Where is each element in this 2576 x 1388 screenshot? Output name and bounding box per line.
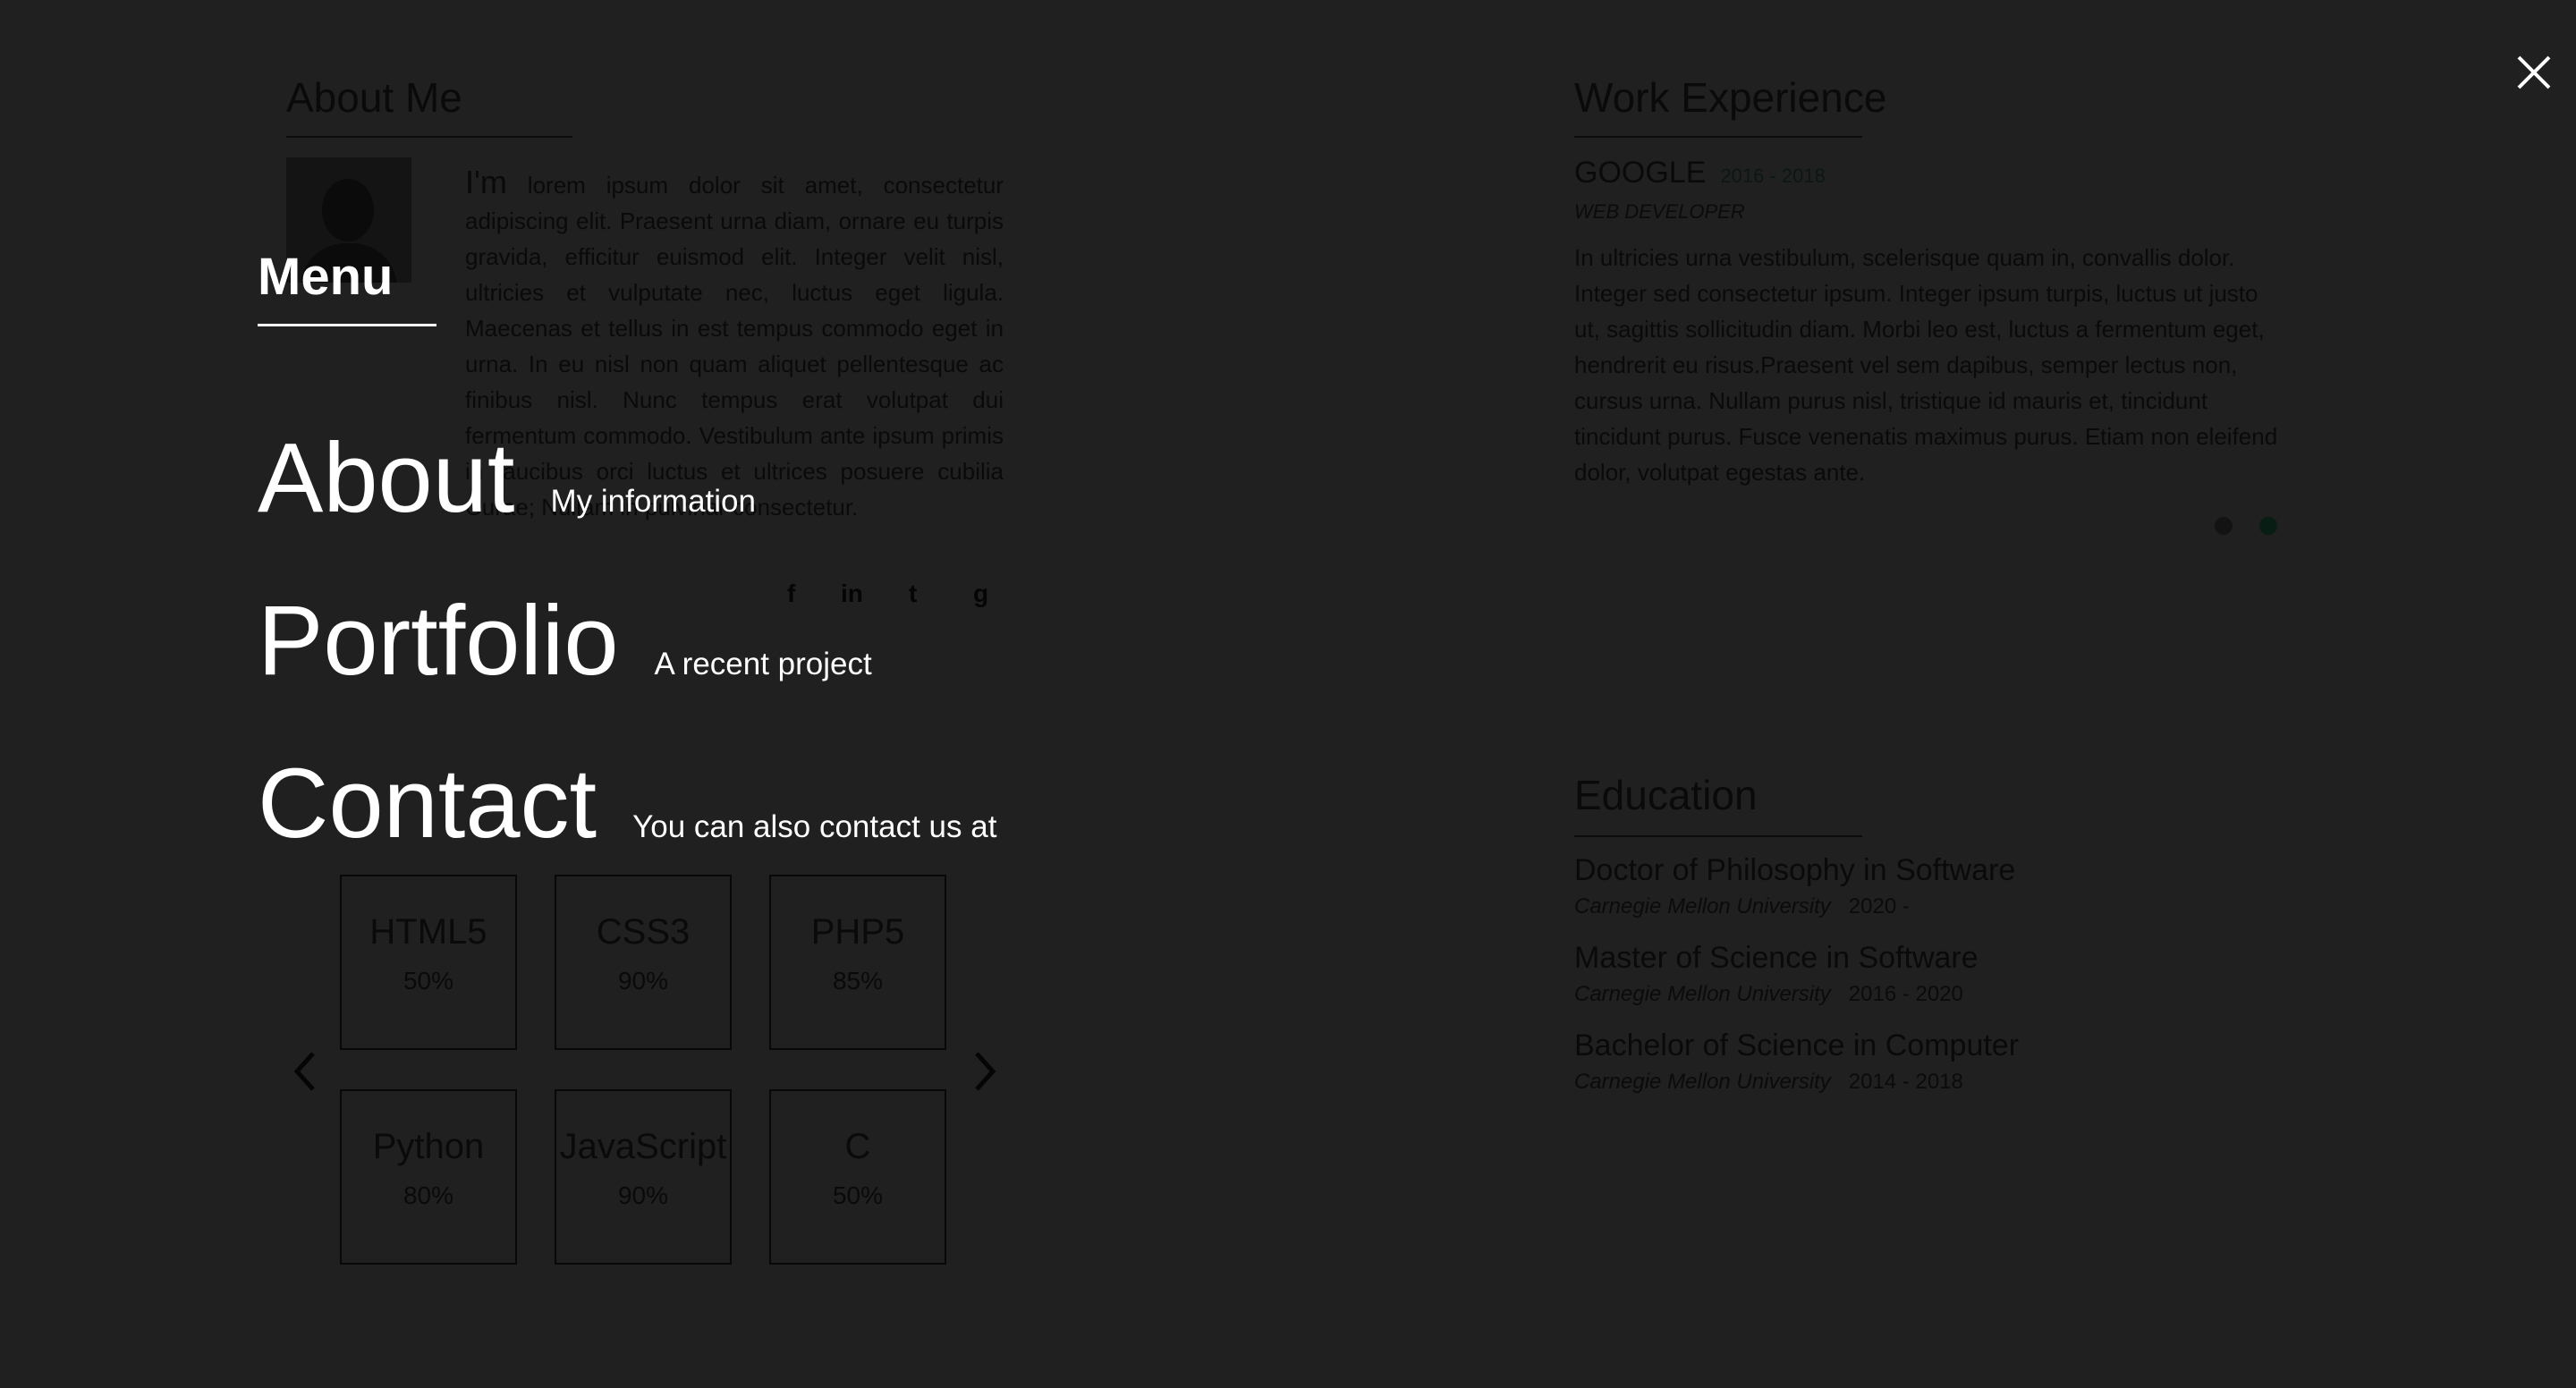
skill-name: Python [372, 1127, 485, 1166]
menu-item-label[interactable]: Contact [258, 755, 597, 853]
pager-dot-2-active[interactable] [2259, 517, 2277, 535]
work-role: WEB DEVELOPER [1574, 200, 1745, 223]
skill-percent: 50% [832, 1181, 884, 1209]
menu-title: Menu [258, 248, 394, 306]
skill-percent: 80% [402, 1181, 454, 1209]
education-meta: Carnegie Mellon University 2014 - 2018 [1574, 1070, 1963, 1095]
about-section-title: About Me [286, 74, 462, 121]
github-icon[interactable]: g [973, 580, 988, 608]
skill-card: C 50% [769, 1089, 946, 1265]
skill-percent: 85% [832, 967, 884, 994]
education-years: 2020 - [1848, 894, 1910, 918]
close-menu-icon[interactable] [2513, 52, 2555, 93]
menu-item-subtitle: My information [550, 484, 756, 519]
pager-dot-1[interactable] [2215, 517, 2233, 535]
skills-next-arrow-icon[interactable] [966, 1046, 1002, 1096]
skill-card: HTML5 50% [340, 875, 517, 1050]
education-years: 2014 - 2018 [1848, 1070, 1963, 1094]
skill-percent: 50% [402, 967, 454, 994]
skill-card: JavaScript 90% [555, 1089, 732, 1265]
menu-item-label[interactable]: About [258, 429, 514, 528]
education-meta: Carnegie Mellon University 2016 - 2020 [1574, 982, 1963, 1007]
company-years: 2016 - 2018 [1720, 165, 1826, 187]
twitter-icon[interactable]: t [909, 580, 917, 608]
company-name: GOOGLE [1574, 156, 1707, 190]
work-section-title: Work Experience [1574, 74, 1887, 121]
skill-name: CSS3 [596, 912, 691, 952]
skill-percent: 90% [617, 967, 669, 994]
menu-item-about[interactable]: About My information [258, 429, 756, 528]
education-years: 2016 - 2020 [1848, 982, 1963, 1006]
skill-name: C [844, 1127, 871, 1166]
education-degree: Doctor of Philosophy in Software [1574, 853, 2016, 887]
about-title-divider [286, 136, 572, 138]
work-company: GOOGLE 2016 - 2018 [1574, 156, 1826, 190]
education-school: Carnegie Mellon University [1574, 894, 1831, 918]
skill-percent: 90% [617, 1181, 669, 1209]
education-title-divider [1574, 835, 1862, 837]
skill-card: CSS3 90% [555, 875, 732, 1050]
skill-name: PHP5 [810, 912, 905, 952]
education-degree: Bachelor of Science in Computer [1574, 1028, 2020, 1062]
skill-name: JavaScript [559, 1127, 727, 1166]
skills-prev-arrow-icon[interactable] [288, 1046, 324, 1096]
menu-item-subtitle: You can also contact us at [632, 809, 997, 844]
education-school: Carnegie Mellon University [1574, 1070, 1831, 1094]
menu-item-portfolio[interactable]: Portfolio A recent project [258, 592, 872, 690]
menu-title-underline [258, 324, 436, 326]
work-description: In ultricies urna vestibulum, scelerisqu… [1574, 244, 2278, 486]
menu-item-label[interactable]: Portfolio [258, 592, 619, 690]
education-degree: Master of Science in Software [1574, 941, 1979, 975]
work-title-divider [1574, 136, 1862, 138]
skill-name: HTML5 [369, 912, 487, 952]
education-section-title: Education [1574, 772, 1758, 818]
bio-intro-word: I'm [465, 164, 507, 200]
education-meta: Carnegie Mellon University 2020 - [1574, 894, 1910, 919]
education-school: Carnegie Mellon University [1574, 982, 1831, 1006]
skill-card: PHP5 85% [769, 875, 946, 1050]
skill-card: Python 80% [340, 1089, 517, 1265]
menu-item-subtitle: A recent project [654, 647, 872, 681]
menu-item-contact[interactable]: Contact You can also contact us at [258, 755, 996, 853]
